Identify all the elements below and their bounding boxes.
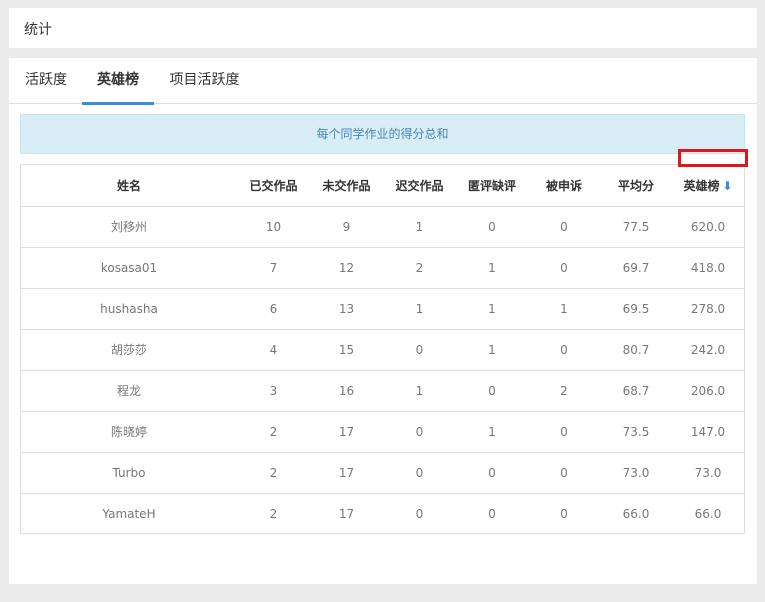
cell-missing-review: 0 [456,370,528,412]
cell-hero-score: 620.0 [672,206,744,248]
table-row: 胡莎莎 4 15 0 1 0 80.7 242.0 [21,329,744,371]
col-header-appealed[interactable]: 被申诉 [528,165,600,207]
cell-submitted: 2 [237,452,310,494]
cell-unsubmitted: 15 [310,329,383,371]
col-header-submitted[interactable]: 已交作品 [237,165,310,207]
cell-average: 69.5 [600,288,672,330]
cell-average: 73.5 [600,411,672,453]
cell-average: 80.7 [600,329,672,371]
cell-late: 1 [383,288,456,330]
table-row: YamateH 2 17 0 0 0 66.0 66.0 [21,493,744,534]
table-row: hushasha 6 13 1 1 1 69.5 278.0 [21,288,744,330]
cell-average: 68.7 [600,370,672,412]
cell-name: hushasha [21,288,237,330]
arrow-down-icon[interactable]: ⬇ [722,179,732,193]
cell-unsubmitted: 17 [338,506,355,521]
cell-late: 0 [383,329,456,371]
table-row: kosasa01 7 12 2 1 0 69.7 418.0 [21,247,744,289]
stats-table: 姓名 已交作品 未交作品 迟交作品 匿评缺评 被申诉 平均分 英雄榜 ⬇ 刘移州 1… [21,165,744,534]
cell-name: YamateH [102,506,156,521]
tab-activity[interactable]: 活跃度 [24,58,68,104]
col-header-missing-review[interactable]: 匿评缺评 [456,165,528,207]
table-row: 陈晓婷 2 17 0 1 0 73.5 147.0 [21,411,744,453]
cell-missing-review: 1 [456,288,528,330]
cell-missing-review: 1 [456,247,528,289]
cell-unsubmitted: 12 [310,247,383,289]
cell-submitted: 6 [237,288,310,330]
cell-name: kosasa01 [21,247,237,289]
tab-hero-board[interactable]: 英雄榜 [82,58,154,105]
cell-name: 陈晓婷 [21,411,237,453]
cell-appealed: 0 [528,411,600,453]
cell-submitted: 2 [269,506,278,521]
cell-name: 程龙 [21,370,237,412]
cell-unsubmitted: 16 [310,370,383,412]
col-header-hero-board[interactable]: 英雄榜 ⬇ [672,165,744,207]
table-row: Turbo 2 17 0 0 0 73.0 73.0 [21,452,744,494]
cell-hero-score: 242.0 [672,329,744,371]
cell-appealed: 1 [528,288,600,330]
cell-appealed: 0 [528,247,600,289]
cell-missing-review: 1 [456,329,528,371]
cell-appealed: 0 [528,329,600,371]
header-panel: 统计 [9,8,757,48]
cell-appealed: 0 [528,206,600,248]
cell-unsubmitted: 17 [310,452,383,494]
cell-submitted: 2 [237,411,310,453]
col-header-average[interactable]: 平均分 [600,165,672,207]
tab-project-activity[interactable]: 项目活跃度 [167,58,242,104]
table-row: 程龙 3 16 1 0 2 68.7 206.0 [21,370,744,412]
cell-average: 77.5 [600,206,672,248]
cell-hero-score: 206.0 [672,370,744,412]
cell-name: 刘移州 [21,206,237,248]
col-header-hero-label: 英雄榜 [683,178,720,193]
cell-late: 1 [383,370,456,412]
cell-late: 0 [383,411,456,453]
cell-missing-review: 0 [456,452,528,494]
cell-hero-score: 66.0 [694,506,722,521]
cell-unsubmitted: 13 [310,288,383,330]
cell-submitted: 3 [237,370,310,412]
cell-submitted: 7 [237,247,310,289]
cell-average: 69.7 [600,247,672,289]
main-panel: 活跃度 英雄榜 项目活跃度 每个同学作业的得分总和 姓名 已交作品 未交作品 迟… [9,58,757,584]
cell-unsubmitted: 17 [310,411,383,453]
highlight-box [678,149,748,167]
cell-name: 胡莎莎 [21,329,237,371]
cell-unsubmitted: 9 [310,206,383,248]
cell-hero-score: 418.0 [672,247,744,289]
info-banner: 每个同学作业的得分总和 [20,114,745,154]
cell-hero-score: 147.0 [672,411,744,453]
cell-appealed: 0 [528,452,600,494]
cell-average: 73.0 [600,452,672,494]
cell-missing-review: 0 [488,506,496,521]
col-header-unsubmitted[interactable]: 未交作品 [310,165,383,207]
cell-name: Turbo [21,452,237,494]
table-header-row: 姓名 已交作品 未交作品 迟交作品 匿评缺评 被申诉 平均分 英雄榜 ⬇ [21,165,744,207]
cell-hero-score: 278.0 [672,288,744,330]
stats-table-container: 姓名 已交作品 未交作品 迟交作品 匿评缺评 被申诉 平均分 英雄榜 ⬇ 刘移州 1… [20,164,745,534]
cell-late: 1 [383,206,456,248]
table-row: 刘移州 10 9 1 0 0 77.5 620.0 [21,206,744,248]
cell-appealed: 2 [528,370,600,412]
cell-late: 0 [415,506,424,521]
cell-late: 0 [383,452,456,494]
cell-missing-review: 1 [456,411,528,453]
cell-missing-review: 0 [456,206,528,248]
page-title: 统计 [24,22,52,38]
cell-submitted: 4 [237,329,310,371]
col-header-late[interactable]: 迟交作品 [383,165,456,207]
cell-hero-score: 73.0 [672,452,744,494]
cell-submitted: 10 [237,206,310,248]
cell-appealed: 0 [560,506,568,521]
cell-average: 66.0 [622,506,650,521]
col-header-name[interactable]: 姓名 [21,165,237,207]
tab-bar: 活跃度 英雄榜 项目活跃度 [9,58,757,105]
cell-late: 2 [383,247,456,289]
